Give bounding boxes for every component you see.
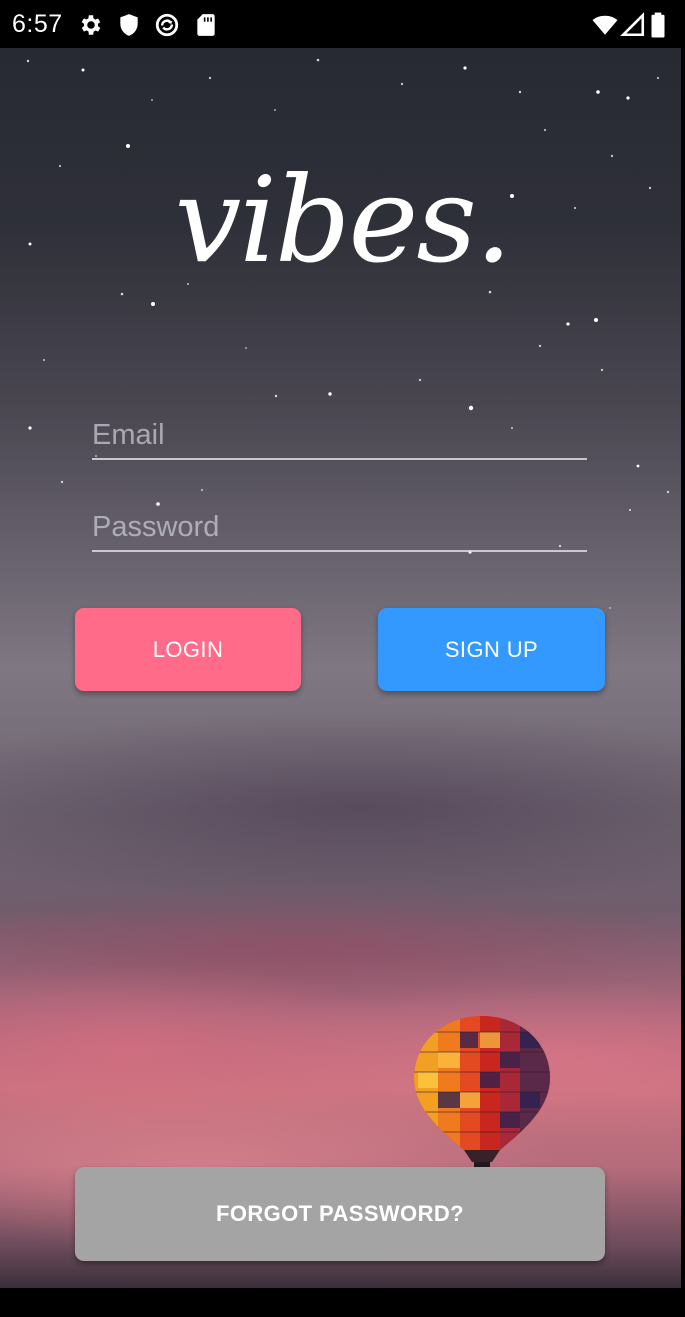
email-field[interactable] — [92, 412, 587, 460]
hot-air-balloon-image — [414, 1016, 550, 1172]
app-screen: 6:57 vibes. LOGIN — [0, 0, 685, 1317]
email-input[interactable] — [92, 412, 587, 458]
shield-icon — [116, 12, 142, 38]
wifi-icon — [590, 12, 620, 38]
password-field[interactable] — [92, 504, 587, 552]
navigation-bar — [0, 1288, 685, 1317]
status-time: 6:57 — [12, 10, 63, 38]
sync-circle-icon — [154, 12, 180, 38]
stars-decoration — [26, 58, 670, 609]
status-bar: 6:57 — [0, 0, 685, 48]
gear-icon — [78, 12, 104, 38]
app-logo: vibes. — [174, 151, 513, 289]
battery-icon — [648, 12, 668, 38]
password-input[interactable] — [92, 504, 587, 550]
signup-button[interactable]: SIGN UP — [378, 608, 605, 691]
sd-card-icon — [193, 12, 219, 38]
login-button[interactable]: LOGIN — [75, 608, 301, 691]
signup-button-label: SIGN UP — [444, 636, 539, 662]
signal-icon — [620, 12, 646, 38]
forgot-password-label: FORGOT PASSWORD? — [216, 1201, 464, 1226]
login-button-label: LOGIN — [152, 636, 224, 662]
forgot-password-button[interactable]: FORGOT PASSWORD? — [75, 1167, 605, 1261]
